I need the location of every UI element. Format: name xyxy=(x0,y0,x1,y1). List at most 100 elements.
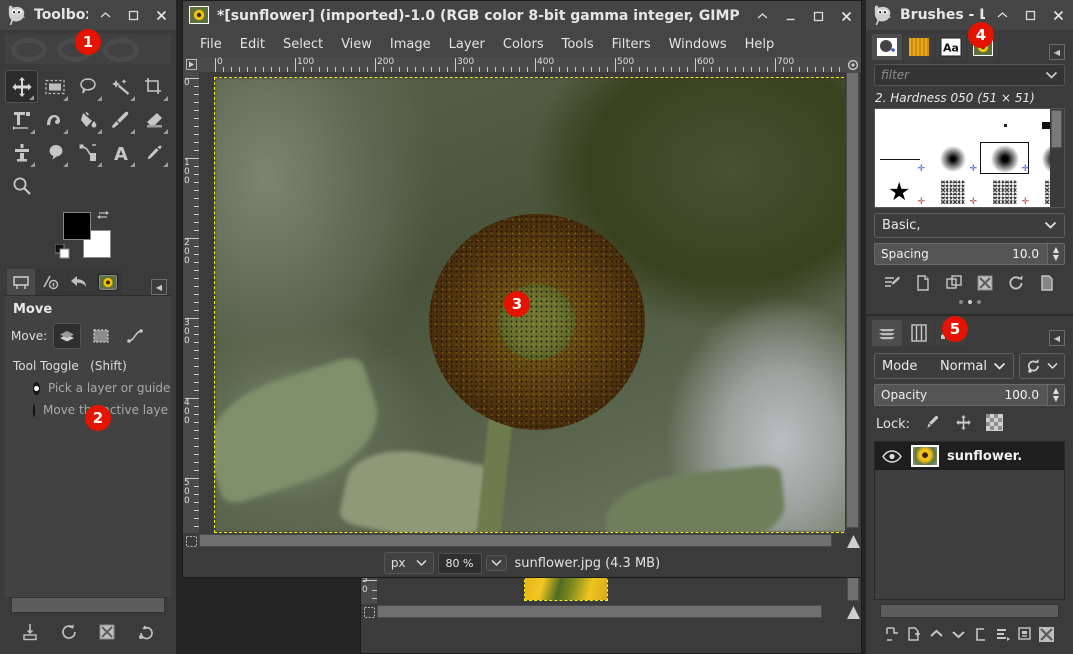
free-select-tool[interactable] xyxy=(71,70,104,103)
move-tool[interactable] xyxy=(5,70,38,103)
image-minimize-icon[interactable] xyxy=(751,5,773,27)
radio-pick-layer-or-guide[interactable]: Pick a layer or guide xyxy=(33,381,165,395)
layer-visibility-eye-icon[interactable] xyxy=(881,450,903,463)
brush-cell[interactable] xyxy=(875,109,927,142)
warp-transform-tool[interactable] xyxy=(38,103,71,136)
move-path-icon[interactable] xyxy=(121,323,149,349)
background-image-window[interactable]: 5 0 px 12.5 % xyxy=(360,573,862,654)
fuzzy-select-tool[interactable] xyxy=(105,70,138,103)
channels-icon[interactable] xyxy=(904,320,934,346)
ruler-origin-icon[interactable] xyxy=(183,57,199,72)
horizontal-ruler[interactable]: 0100200300400500600700 xyxy=(199,57,845,72)
reset-tool-options-icon[interactable] xyxy=(134,621,158,643)
new-layer-group-icon[interactable] xyxy=(904,624,924,644)
rectangle-select-tool[interactable] xyxy=(38,70,71,103)
canvas-horizontal-scrollbar[interactable] xyxy=(199,533,845,549)
menu-item-help[interactable]: Help xyxy=(736,34,784,55)
lower-layer-icon[interactable] xyxy=(948,624,968,644)
unit-selector[interactable]: px xyxy=(384,552,434,574)
fonts-icon[interactable]: Aa xyxy=(936,34,966,60)
dock-minimize-icon[interactable] xyxy=(991,4,1013,26)
opacity-stepper[interactable]: ▲▼ xyxy=(1047,385,1064,405)
brush-cell[interactable] xyxy=(1031,109,1050,142)
layer-mode-selector[interactable]: Mode Normal xyxy=(874,353,1014,379)
clone-tool[interactable] xyxy=(5,136,38,169)
maximize-icon[interactable] xyxy=(122,4,144,26)
bucket-fill-tool[interactable] xyxy=(71,103,104,136)
duplicate-layer-icon[interactable] xyxy=(971,624,991,644)
menu-item-view[interactable]: View xyxy=(332,34,381,55)
foreground-color-swatch[interactable] xyxy=(63,212,91,240)
brush-grid-scrollbar[interactable] xyxy=(1050,109,1064,207)
brush-cell[interactable]: ✛ xyxy=(1031,175,1050,207)
new-layer-icon[interactable] xyxy=(882,624,902,644)
paintbrush-tool[interactable] xyxy=(105,103,138,136)
zoom-dropdown[interactable] xyxy=(486,555,507,571)
close-icon[interactable] xyxy=(150,4,172,26)
menu-item-image[interactable]: Image xyxy=(381,34,440,55)
tool-options-menu-icon[interactable]: ◀ xyxy=(151,279,167,295)
vertical-ruler[interactable]: 0100200300400500 xyxy=(183,72,199,533)
brush-spacing-control[interactable]: Spacing 10.0 ▲▼ xyxy=(874,243,1065,265)
brush-cell[interactable] xyxy=(927,109,979,142)
menu-item-windows[interactable]: Windows xyxy=(660,34,736,55)
swap-colors-icon[interactable] xyxy=(97,210,111,227)
image-close-icon[interactable] xyxy=(835,5,857,27)
background-vertical-scrollbar[interactable] xyxy=(846,574,861,604)
image-maximize-icon[interactable] xyxy=(807,5,829,27)
restore-tool-preset-icon[interactable] xyxy=(57,621,81,643)
brush-cell[interactable]: ✛ xyxy=(875,142,927,175)
menu-item-tools[interactable]: Tools xyxy=(553,34,603,55)
layer-bottom-slot[interactable] xyxy=(880,604,1059,618)
refresh-brushes-icon[interactable] xyxy=(1004,272,1028,294)
layers-icon[interactable] xyxy=(872,320,902,346)
device-status-icon[interactable] xyxy=(36,269,64,295)
open-brush-as-image-icon[interactable] xyxy=(1035,272,1059,294)
spacing-stepper[interactable]: ▲▼ xyxy=(1047,244,1064,264)
bg-quickmask-icon[interactable] xyxy=(361,604,377,620)
brush-cell[interactable]: ✛ xyxy=(979,175,1031,207)
edit-brush-icon[interactable] xyxy=(880,272,904,294)
zoom-image-toggle-icon[interactable] xyxy=(845,57,861,72)
duplicate-brush-icon[interactable] xyxy=(942,272,966,294)
color-picker-tool[interactable] xyxy=(138,136,171,169)
dock-maximize-icon[interactable] xyxy=(1019,4,1041,26)
unified-transform-tool[interactable] xyxy=(5,103,38,136)
composite-mode-selector[interactable] xyxy=(1019,353,1065,379)
lock-pixels-icon[interactable] xyxy=(924,414,941,435)
brush-cell[interactable]: ✛ xyxy=(1031,142,1050,175)
menu-item-file[interactable]: File xyxy=(191,34,231,55)
minimize-icon[interactable] xyxy=(94,4,116,26)
delete-brush-icon[interactable] xyxy=(973,272,997,294)
brush-grid[interactable]: ✛✛✛✛✛★✛✛✛✛✛✛✛✛✛✛ xyxy=(875,109,1050,207)
delete-tool-preset-icon[interactable] xyxy=(95,621,119,643)
dock-resize-handle[interactable] xyxy=(874,298,1065,308)
image-shade-icon[interactable] xyxy=(779,5,801,27)
lock-alpha-icon[interactable] xyxy=(986,414,1003,435)
brushes-icon[interactable] xyxy=(872,34,902,60)
layers-menu-icon[interactable]: ◀ xyxy=(1049,330,1065,346)
layer-list[interactable]: sunflower. xyxy=(874,441,1065,600)
move-selection-icon[interactable] xyxy=(87,323,115,349)
navigation-preview-icon[interactable] xyxy=(845,533,861,549)
paths-tool[interactable] xyxy=(71,136,104,169)
image-canvas-sunflower[interactable] xyxy=(215,78,845,532)
tool-preset-slot[interactable] xyxy=(11,597,165,613)
brushes-menu-icon[interactable]: ◀ xyxy=(1049,44,1065,60)
dock-close-icon[interactable] xyxy=(1047,4,1069,26)
undo-history-icon[interactable] xyxy=(65,269,93,295)
move-layer-icon[interactable] xyxy=(53,323,81,349)
quickmask-toggle-icon[interactable] xyxy=(183,533,199,549)
menu-item-edit[interactable]: Edit xyxy=(231,34,274,55)
new-brush-icon[interactable] xyxy=(911,272,935,294)
lock-position-icon[interactable] xyxy=(955,414,972,435)
menu-item-colors[interactable]: Colors xyxy=(494,34,553,55)
bg-horizontal-scrollbar[interactable] xyxy=(377,604,845,620)
brush-cell[interactable] xyxy=(979,109,1031,142)
menu-item-filters[interactable]: Filters xyxy=(603,34,660,55)
crop-tool[interactable] xyxy=(138,70,171,103)
menu-item-select[interactable]: Select xyxy=(274,34,332,55)
brush-filter-input[interactable]: filter xyxy=(874,64,1065,86)
bg-navigation-icon[interactable] xyxy=(845,604,861,620)
brush-cell[interactable]: ✛ xyxy=(927,175,979,207)
